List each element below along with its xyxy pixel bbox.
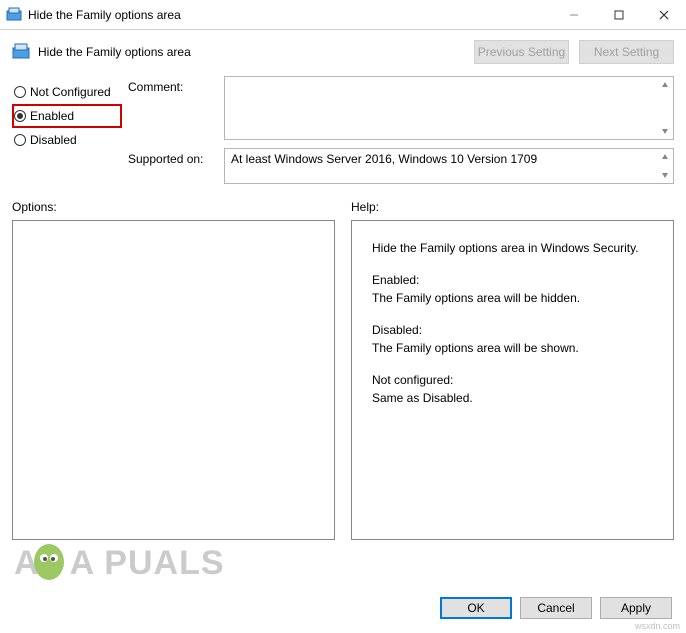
help-label: Help: bbox=[351, 200, 674, 214]
radio-label: Not Configured bbox=[30, 85, 111, 99]
policy-icon bbox=[6, 7, 22, 23]
scroll-down-icon[interactable] bbox=[656, 123, 673, 139]
state-radio-group: Not Configured Enabled Disabled bbox=[12, 76, 122, 184]
comment-label: Comment: bbox=[128, 76, 218, 148]
radio-icon bbox=[14, 86, 26, 98]
scroll-up-icon[interactable] bbox=[656, 77, 673, 93]
scrollbar[interactable] bbox=[656, 149, 673, 183]
maximize-button[interactable] bbox=[596, 0, 641, 29]
help-text: Hide the Family options area in Windows … bbox=[352, 221, 673, 439]
dialog-buttons: OK Cancel Apply bbox=[440, 597, 672, 619]
watermark-logo: AA PUALS bbox=[14, 544, 225, 583]
radio-label: Disabled bbox=[30, 133, 77, 147]
policy-title: Hide the Family options area bbox=[38, 45, 191, 59]
scrollbar[interactable] bbox=[656, 77, 673, 139]
comment-field[interactable] bbox=[224, 76, 674, 140]
radio-icon bbox=[14, 134, 26, 146]
help-line: Not configured:Same as Disabled. bbox=[372, 371, 653, 407]
options-label: Options: bbox=[12, 200, 335, 214]
radio-icon bbox=[14, 110, 26, 122]
scroll-down-icon[interactable] bbox=[656, 167, 673, 183]
radio-not-configured[interactable]: Not Configured bbox=[12, 80, 122, 104]
help-line: Enabled:The Family options area will be … bbox=[372, 271, 653, 307]
ok-button[interactable]: OK bbox=[440, 597, 512, 619]
help-panel: Hide the Family options area in Windows … bbox=[351, 220, 674, 540]
radio-disabled[interactable]: Disabled bbox=[12, 128, 122, 152]
minimize-button[interactable] bbox=[551, 0, 596, 29]
supported-on-value: At least Windows Server 2016, Windows 10… bbox=[231, 152, 537, 166]
titlebar: Hide the Family options area bbox=[0, 0, 686, 30]
supported-on-field: At least Windows Server 2016, Windows 10… bbox=[224, 148, 674, 184]
scroll-up-icon[interactable] bbox=[656, 149, 673, 165]
close-button[interactable] bbox=[641, 0, 686, 29]
next-setting-button[interactable]: Next Setting bbox=[579, 40, 674, 64]
policy-header: Hide the Family options area Previous Se… bbox=[0, 30, 686, 70]
options-section: Options: bbox=[12, 200, 335, 540]
options-panel bbox=[12, 220, 335, 540]
help-section: Help: Hide the Family options area in Wi… bbox=[351, 200, 674, 540]
watermark-url: wsxdn.com bbox=[635, 621, 680, 631]
help-line: Disabled:The Family options area will be… bbox=[372, 321, 653, 357]
window-title: Hide the Family options area bbox=[28, 8, 181, 22]
radio-enabled[interactable]: Enabled bbox=[12, 104, 122, 128]
radio-label: Enabled bbox=[30, 109, 74, 123]
help-line: Hide the Family options area in Windows … bbox=[372, 239, 653, 257]
previous-setting-button[interactable]: Previous Setting bbox=[474, 40, 569, 64]
apply-button[interactable]: Apply bbox=[600, 597, 672, 619]
policy-icon bbox=[12, 43, 30, 61]
cancel-button[interactable]: Cancel bbox=[520, 597, 592, 619]
supported-on-label: Supported on: bbox=[128, 148, 218, 184]
window-controls bbox=[551, 0, 686, 29]
